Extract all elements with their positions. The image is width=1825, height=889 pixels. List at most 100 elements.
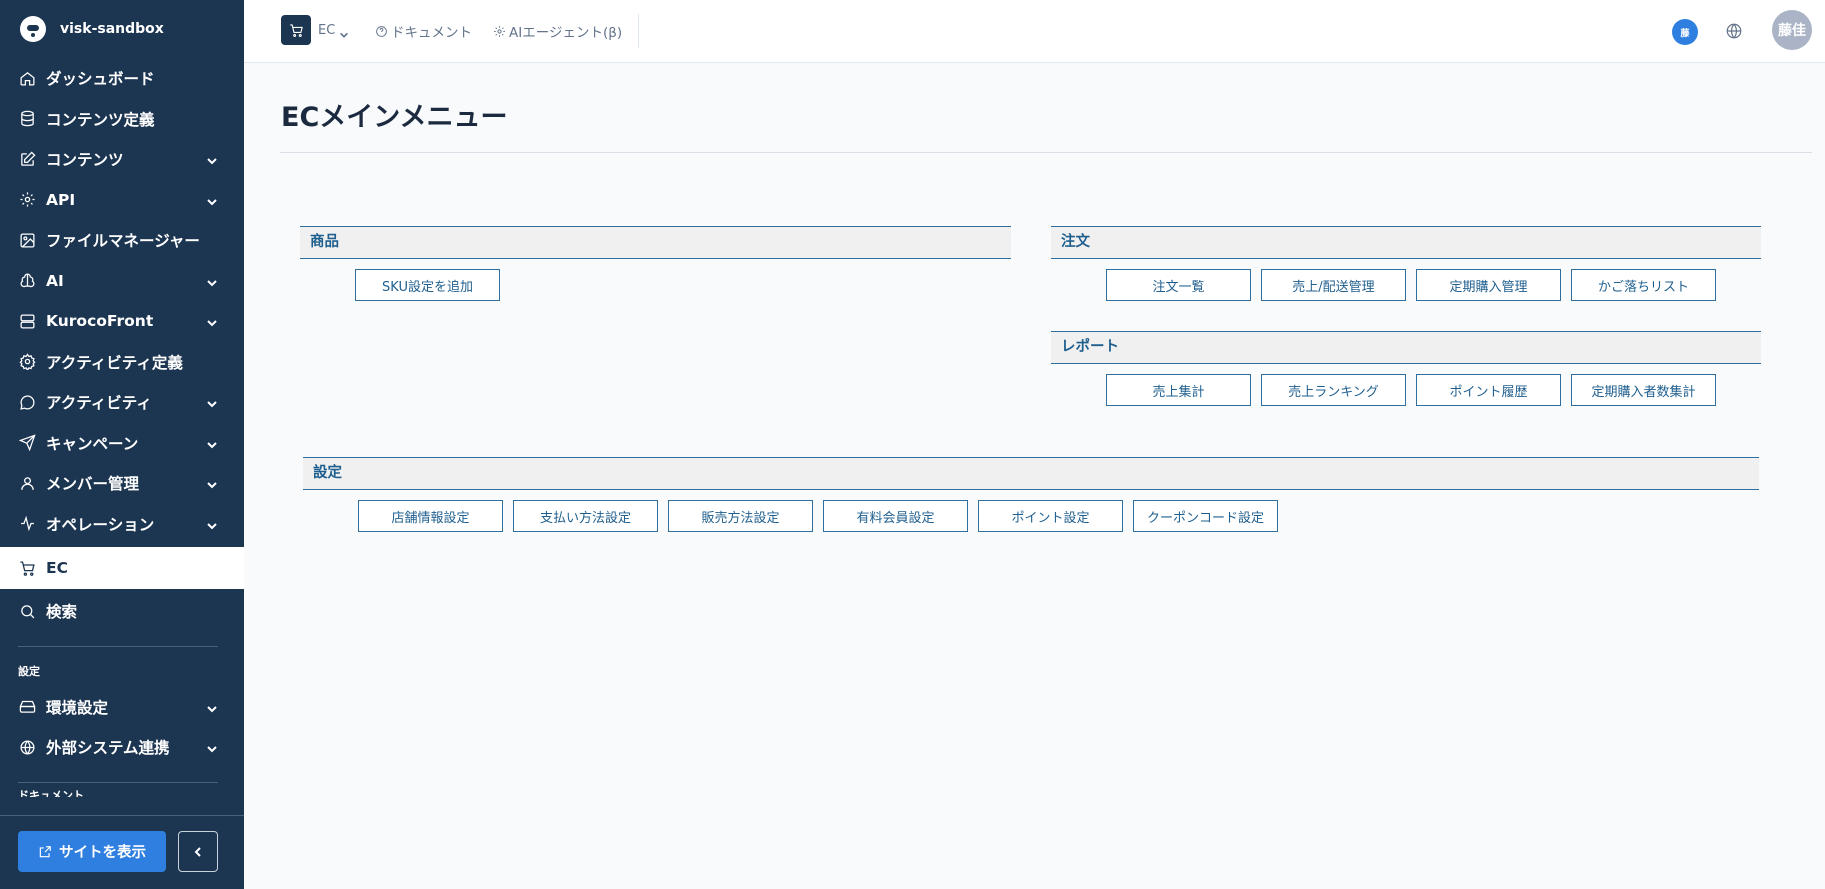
sidebar-item-label: KurocoFront [46,312,154,331]
module-switcher[interactable]: EC [281,15,349,45]
sales-method-settings-button[interactable]: 販売方法設定 [668,500,813,532]
sidebar-item-label: キャンペーン [46,434,139,453]
sidebar-item-label: API [46,190,76,209]
avatar[interactable]: 藤佳 [1772,10,1812,50]
chevron-left-icon [194,846,201,857]
server-icon [18,312,36,330]
payment-method-settings-button[interactable]: 支払い方法設定 [513,500,658,532]
sidebar-item-label: EC [46,559,68,577]
hard-drive-icon [18,698,36,716]
help-circle-icon [376,25,387,37]
section-report: レポート 売上集計 売上ランキング ポイント履歴 定期購入者数集計 [1051,331,1761,406]
button-row: 注文一覧 売上/配送管理 定期購入管理 かご落ちリスト [1051,269,1761,301]
sidebar-section-settings: 設定 [18,664,40,678]
sidebar-item-search[interactable]: 検索 [0,591,244,632]
brand[interactable]: visk-sandbox [0,0,244,58]
edit-icon [18,150,36,168]
page-title: ECメインメニュー [281,102,508,133]
section-title: 設定 [303,457,1759,490]
collapse-sidebar-button[interactable] [178,831,218,872]
user-icon [18,474,36,492]
documents-link-label: ドキュメント [391,25,472,41]
brand-name: visk-sandbox [60,21,164,37]
sidebar-item-member-management[interactable]: メンバー管理 [0,463,244,504]
sidebar-item-label: ファイルマネージャー [46,232,200,251]
sidebar-item-label: アクティビティ [46,394,152,413]
settings-gear-icon [18,353,36,371]
external-link-icon [39,845,51,857]
database-icon [18,110,36,128]
sidebar-item-dashboard[interactable]: ダッシュボード [0,58,244,99]
order-list-button[interactable]: 注文一覧 [1106,269,1251,301]
view-site-label: サイトを表示 [59,845,146,861]
sidebar-item-operation[interactable]: オペレーション [0,504,244,545]
ai-agent-link[interactable]: AIエージェント(β) [493,21,622,41]
sidebar-item-campaign[interactable]: キャンペーン [0,423,244,464]
ai-agent-link-label: AIエージェント(β) [509,25,623,41]
api-gear-icon [18,191,36,209]
module-label: EC [318,22,336,38]
documents-link[interactable]: ドキュメント [375,21,472,41]
point-settings-button[interactable]: ポイント設定 [978,500,1123,532]
sidebar-item-activity-definition[interactable]: アクティビティ定義 [0,342,244,383]
image-icon [18,231,36,249]
sidebar-section-docs: ドキュメント [18,788,84,797]
abandoned-cart-button[interactable]: かご落ちリスト [1571,269,1716,301]
point-history-button[interactable]: ポイント履歴 [1416,374,1561,406]
add-sku-settings-button[interactable]: SKU設定を追加 [355,269,500,301]
sidebar-item-external-integration[interactable]: 外部システム連携 [0,727,244,768]
sidebar: visk-sandbox ダッシュボード コンテンツ定義 コンテンツ API フ… [0,0,244,889]
chevron-down-icon [206,518,218,530]
coupon-code-settings-button[interactable]: クーポンコード設定 [1133,500,1278,532]
chevron-down-icon [206,741,218,753]
view-site-button[interactable]: サイトを表示 [18,831,166,872]
ai-gear-icon [494,25,505,37]
store-info-settings-button[interactable]: 店舗情報設定 [358,500,503,532]
section-order: 注文 注文一覧 売上/配送管理 定期購入管理 かご落ちリスト [1051,226,1761,301]
section-settings: 設定 店舗情報設定 支払い方法設定 販売方法設定 有料会員設定 ポイント設定 ク… [303,457,1759,532]
user-badge[interactable]: 藤 [1672,19,1698,45]
sidebar-item-label: 外部システム連携 [46,739,170,758]
sales-summary-button[interactable]: 売上集計 [1106,374,1251,406]
send-icon [18,434,36,452]
paid-membership-settings-button[interactable]: 有料会員設定 [823,500,968,532]
chevron-down-icon [206,396,218,408]
button-row: 売上集計 売上ランキング ポイント履歴 定期購入者数集計 [1051,374,1761,406]
sales-shipping-button[interactable]: 売上/配送管理 [1261,269,1406,301]
ai-brain-icon [18,272,36,290]
globe-icon [18,738,36,756]
chevron-down-icon [206,477,218,489]
sidebar-item-environment-settings[interactable]: 環境設定 [0,687,244,728]
sidebar-item-label: コンテンツ定義 [46,110,155,129]
sidebar-item-label: アクティビティ定義 [46,353,183,372]
brand-logo-icon [20,16,46,42]
subscription-management-button[interactable]: 定期購入管理 [1416,269,1561,301]
sidebar-item-kurocofront[interactable]: KurocoFront [0,301,244,342]
sidebar-item-content-definition[interactable]: コンテンツ定義 [0,99,244,140]
sidebar-item-content[interactable]: コンテンツ [0,139,244,180]
chevron-down-icon [206,315,218,327]
sidebar-item-file-manager[interactable]: ファイルマネージャー [0,220,244,261]
sidebar-item-ai[interactable]: AI [0,261,244,302]
sidebar-item-ec[interactable]: EC [0,547,244,589]
sidebar-item-api[interactable]: API [0,180,244,221]
search-icon [18,602,36,620]
cart-icon [18,559,36,577]
sidebar-item-label: 環境設定 [46,698,109,717]
sidebar-footer: サイトを表示 [0,815,244,889]
sidebar-item-label: メンバー管理 [46,475,140,494]
sidebar-item-activity[interactable]: アクティビティ [0,382,244,423]
sales-ranking-button[interactable]: 売上ランキング [1261,374,1406,406]
chevron-down-icon [206,701,218,713]
topbar-divider [638,14,639,48]
title-divider [280,152,1812,153]
language-globe-icon[interactable] [1725,22,1743,40]
subscriber-count-button[interactable]: 定期購入者数集計 [1571,374,1716,406]
activity-icon [18,515,36,533]
topbar: EC ドキュメント AIエージェント(β) 藤 藤佳 [244,0,1825,63]
chevron-down-icon [206,194,218,206]
sidebar-item-label: AI [46,271,64,290]
chevron-down-icon [206,437,218,449]
message-circle-icon [18,393,36,411]
chevron-down-icon [206,153,218,165]
